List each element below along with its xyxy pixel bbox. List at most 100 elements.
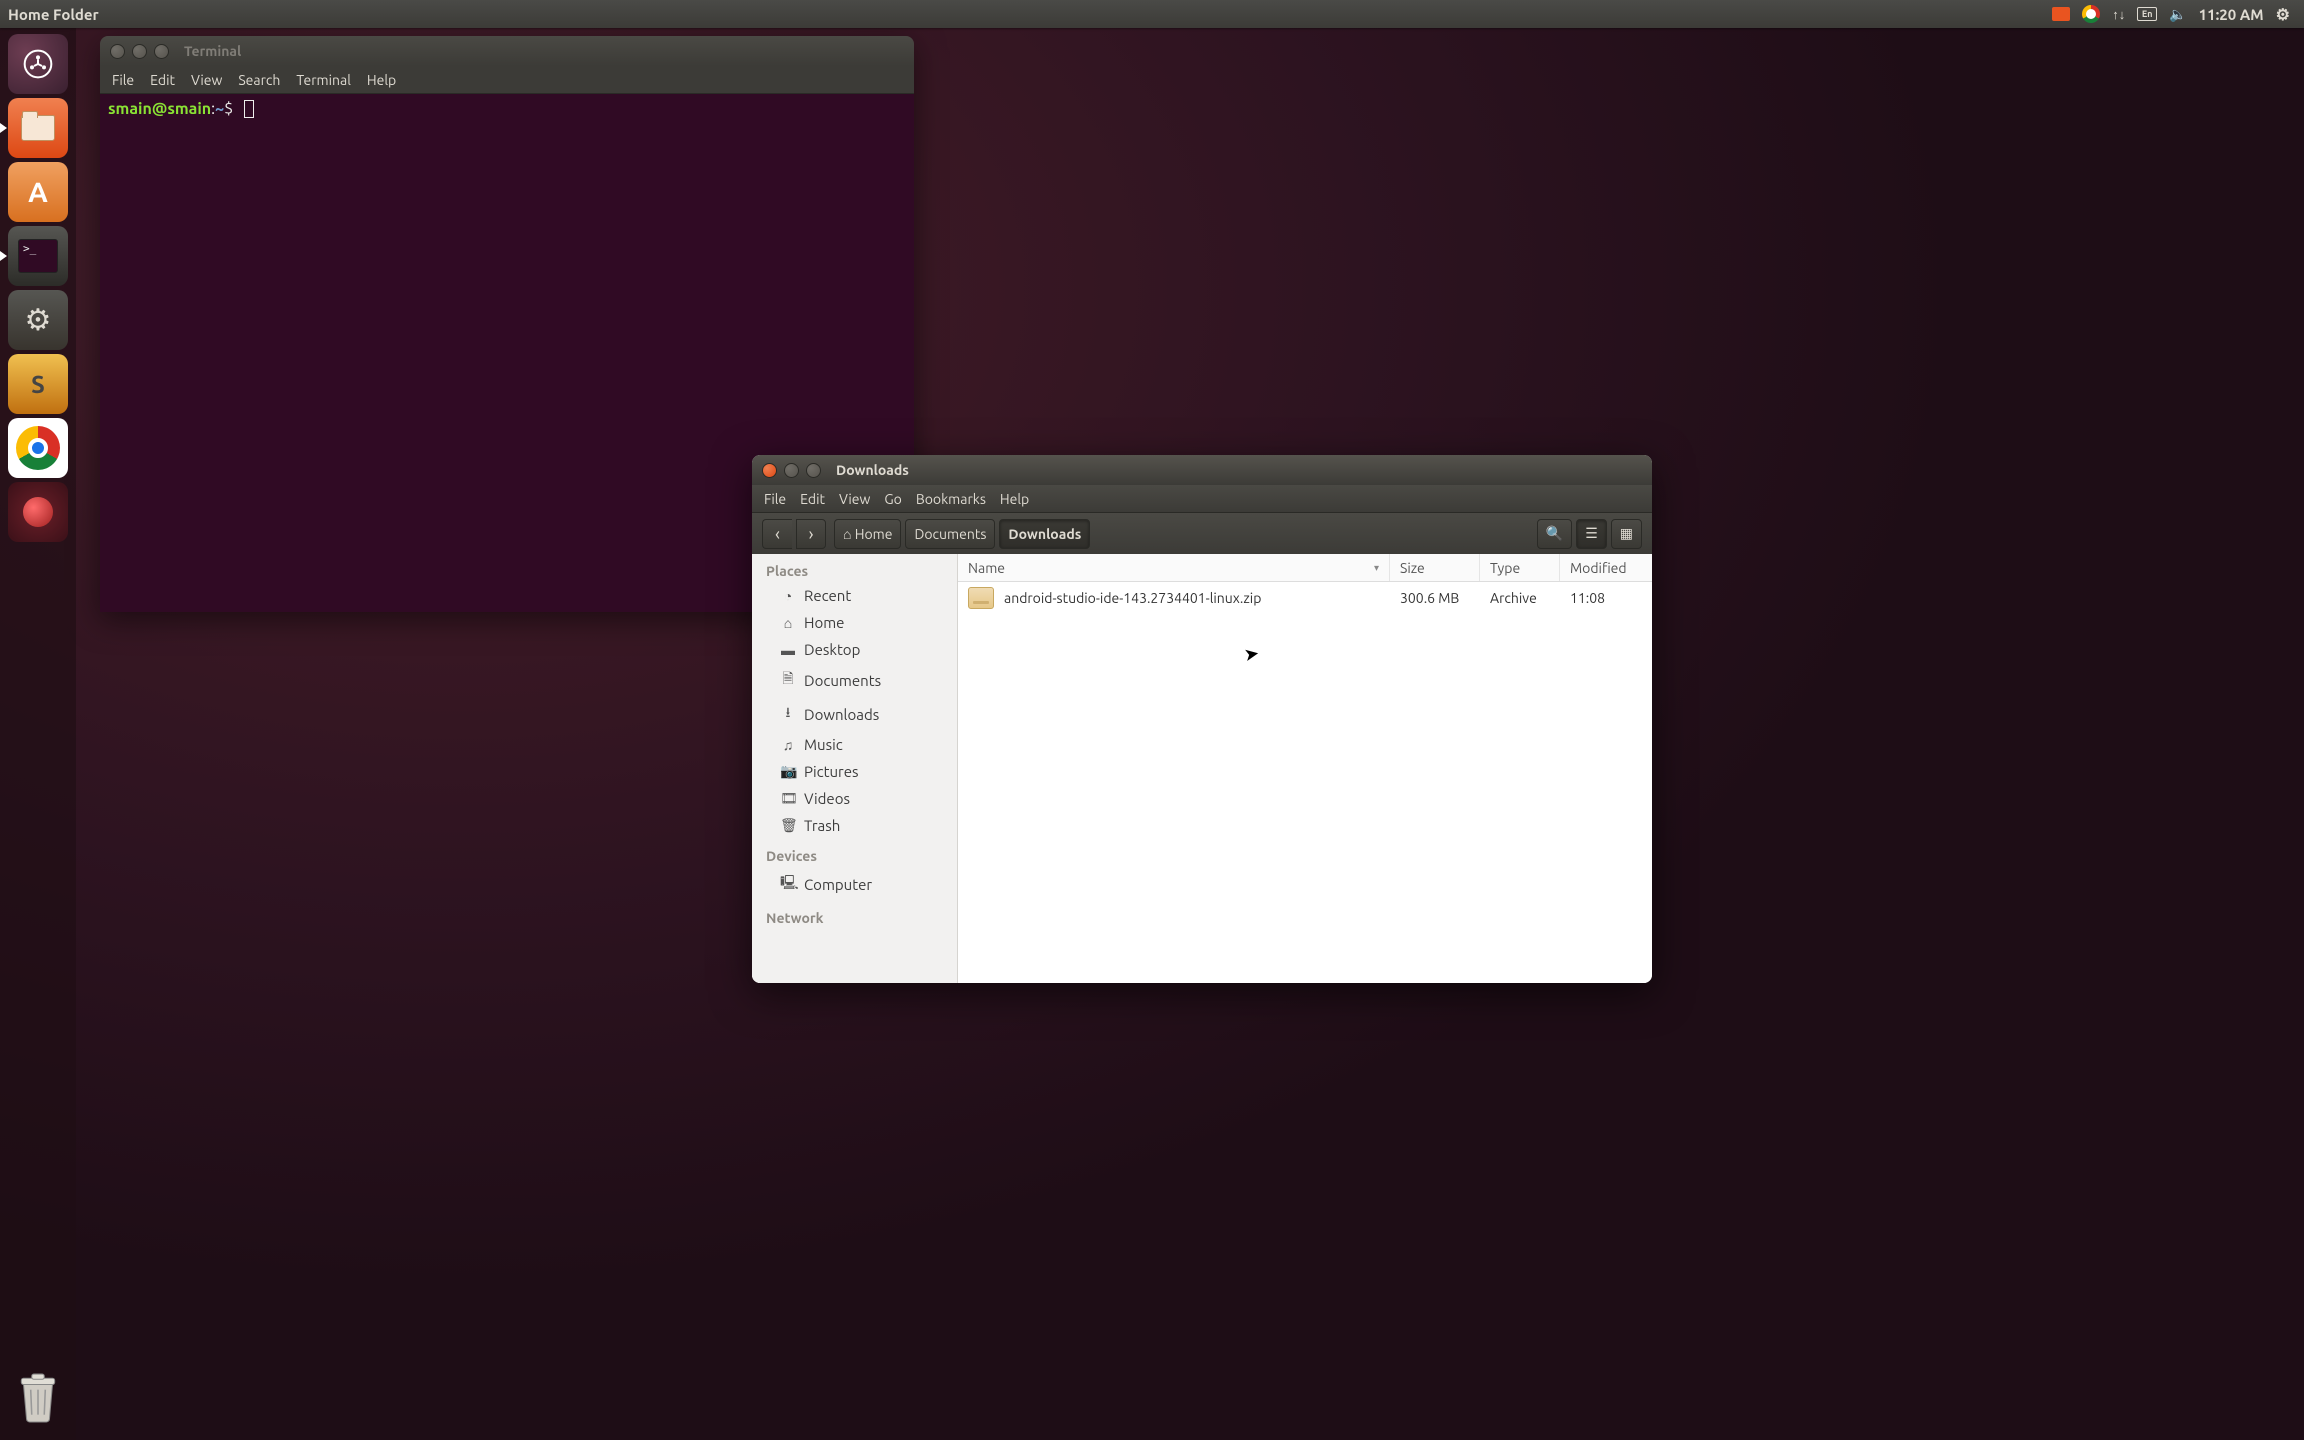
files-menu-file[interactable]: File [764,491,786,507]
breadcrumb-documents[interactable]: Documents [905,519,995,549]
sidebar-item-label: Recent [804,587,851,604]
files-menu-help[interactable]: Help [1000,491,1029,507]
sidebar-devices-header: Devices [752,839,957,867]
chrome-launcher-icon[interactable] [8,418,68,478]
recorder-launcher-icon[interactable] [8,482,68,542]
prompt-symbol: $ [224,100,233,118]
dash-home-icon[interactable] [8,34,68,94]
file-list[interactable]: android-studio-ide-143.2734401-linux.zip… [958,582,1652,983]
sidebar-item-label: Computer [804,876,872,893]
terminal-cursor [244,100,254,118]
prompt-host: smain [167,100,211,118]
files-body: Places ◔Recent ⌂Home ▬Desktop 🗎Documents… [752,554,1652,983]
column-header-row: Name ▾ Size Type Modified [958,554,1652,582]
sidebar-item-pictures[interactable]: 📷 Pictures [752,758,957,785]
keyboard-layout-indicator[interactable]: En [2137,7,2157,21]
clock-label[interactable]: 11:20 AM [2199,6,2264,23]
terminal-menu-file[interactable]: File [112,72,134,88]
back-button[interactable]: ‹ [762,519,792,549]
camera-icon: 📷 [780,763,796,780]
sidebar-item-label: Home [804,614,844,631]
prompt-path: ~ [215,100,224,118]
grid-icon: ▦ [1620,525,1633,542]
sidebar-item-home[interactable]: ⌂Home [752,609,957,636]
unity-launcher: A >_ ⚙ S [0,28,76,1440]
sidebar-item-trash[interactable]: 🗑Trash [752,812,957,839]
sidebar-item-label: Downloads [804,706,879,723]
sidebar-item-label: Pictures [804,763,859,780]
files-menu-edit[interactable]: Edit [800,491,825,507]
sidebar-network-header: Network [752,901,957,929]
indicator-app-icon[interactable] [2052,7,2070,21]
sidebar-item-documents[interactable]: 🗎Documents [752,663,957,697]
column-header-size[interactable]: Size [1390,554,1480,581]
terminal-menu-bar: File Edit View Search Terminal Help [100,66,914,94]
file-modified-cell: 11:08 [1560,590,1652,606]
music-icon: ♫ [780,737,796,753]
files-window: Downloads File Edit View Go Bookmarks He… [752,455,1652,983]
terminal-titlebar[interactable]: Terminal [100,36,914,66]
sidebar-item-label: Trash [804,817,840,834]
desktop-icon: ▬ [780,642,796,658]
computer-icon: 🖳 [780,872,796,896]
minimize-icon[interactable] [132,44,147,59]
minimize-icon[interactable] [784,463,799,478]
column-header-type[interactable]: Type [1480,554,1560,581]
sidebar-item-videos[interactable]: 🎞Videos [752,785,957,812]
terminal-menu-terminal[interactable]: Terminal [296,72,351,88]
search-icon: 🔍 [1546,525,1563,542]
sidebar-item-music[interactable]: ♫ Music [752,731,957,758]
file-name-label: android-studio-ide-143.2734401-linux.zip [1004,590,1261,606]
download-icon: ⭳ [780,702,796,726]
menubar-title: Home Folder [8,6,99,23]
column-header-modified[interactable]: Modified [1560,554,1652,581]
column-header-label: Type [1490,560,1520,576]
files-toolbar: ‹ › ⌂ Home Documents Downloads 🔍 ☰ ▦ [752,512,1652,554]
terminal-menu-help[interactable]: Help [367,72,396,88]
sublime-launcher-icon[interactable]: S [8,354,68,414]
column-header-name[interactable]: Name ▾ [958,554,1390,581]
network-indicator-icon[interactable]: ↑↓ [2112,7,2125,22]
sidebar-item-computer[interactable]: 🖳 Computer [752,867,957,901]
file-row[interactable]: android-studio-ide-143.2734401-linux.zip… [958,582,1652,614]
sidebar-item-desktop[interactable]: ▬Desktop [752,636,957,663]
files-titlebar[interactable]: Downloads [752,455,1652,485]
sort-caret-icon: ▾ [1374,562,1379,574]
grid-view-button[interactable]: ▦ [1611,519,1642,549]
trash-icon[interactable] [12,1370,64,1426]
file-name-cell: android-studio-ide-143.2734401-linux.zip [958,587,1390,609]
column-header-label: Size [1400,560,1425,576]
prompt-user: smain [108,100,152,118]
close-icon[interactable] [762,463,777,478]
files-launcher-icon[interactable] [8,98,68,158]
session-cog-icon[interactable]: ⚙ [2276,5,2290,24]
breadcrumb-home[interactable]: ⌂ Home [834,519,901,549]
files-menu-go[interactable]: Go [884,491,901,507]
chrome-indicator-icon[interactable] [2082,5,2100,23]
column-header-label: Name [968,560,1005,576]
forward-button[interactable]: › [796,519,826,549]
terminal-menu-search[interactable]: Search [238,72,280,88]
sidebar-item-recent[interactable]: ◔Recent [752,582,957,609]
breadcrumb-downloads[interactable]: Downloads [999,519,1090,549]
close-icon[interactable] [110,44,125,59]
search-button[interactable]: 🔍 [1537,519,1572,549]
files-menu-view[interactable]: View [839,491,870,507]
terminal-launcher-icon[interactable]: >_ [8,226,68,286]
breadcrumb-documents-label: Documents [914,526,986,542]
maximize-icon[interactable] [806,463,821,478]
maximize-icon[interactable] [154,44,169,59]
files-title-label: Downloads [836,462,909,478]
breadcrumb-downloads-label: Downloads [1008,526,1081,542]
software-center-icon[interactable]: A [8,162,68,222]
terminal-menu-view[interactable]: View [191,72,222,88]
file-type-cell: Archive [1480,590,1560,606]
files-menu-bookmarks[interactable]: Bookmarks [916,491,986,507]
list-view-button[interactable]: ☰ [1576,519,1607,549]
terminal-menu-edit[interactable]: Edit [150,72,175,88]
settings-launcher-icon[interactable]: ⚙ [8,290,68,350]
sidebar-item-downloads[interactable]: ⭳ Downloads [752,697,957,731]
sidebar-item-label: Music [804,736,843,753]
files-menu-bar: File Edit View Go Bookmarks Help [752,485,1652,512]
sound-indicator-icon[interactable]: 🔈 [2169,6,2186,23]
